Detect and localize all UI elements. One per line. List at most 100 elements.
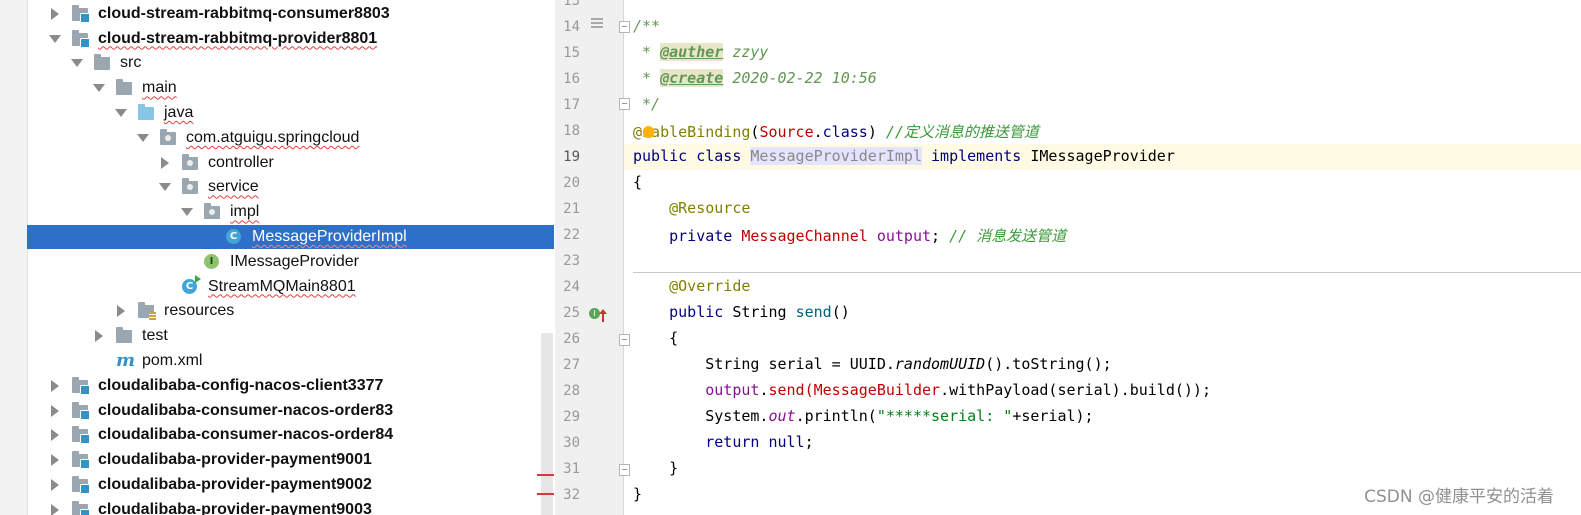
code-line-19[interactable]: public class MessageProviderImpl impleme… [633, 147, 1175, 165]
expand-arrow-right-icon[interactable] [94, 331, 104, 341]
tree-item[interactable]: com.atguigu.springcloud [27, 126, 554, 151]
tree-item[interactable]: C StreamMQMain8801 [27, 274, 554, 299]
expand-arrow-right-icon[interactable] [50, 505, 60, 515]
code-line-30[interactable]: return null; [633, 433, 813, 451]
line-number: 13 [563, 0, 580, 9]
expand-arrow-right-icon[interactable] [50, 9, 60, 19]
code-line-14[interactable]: /** [633, 17, 660, 35]
expand-arrow-down-icon[interactable] [116, 108, 126, 118]
punct: () [831, 303, 850, 321]
line-number: 25 [563, 305, 580, 321]
punct: { [633, 329, 679, 347]
line-number: 15 [563, 45, 580, 61]
implements-arrow-icon[interactable] [599, 309, 607, 322]
type-ref: String [732, 303, 796, 321]
tree-item[interactable]: resources [27, 299, 554, 324]
tree-scrollbar[interactable] [541, 333, 553, 515]
folder-icon [116, 327, 132, 344]
code-line-32[interactable]: } [633, 485, 642, 503]
expand-arrow-down-icon[interactable] [50, 34, 60, 44]
code-line-15[interactable]: * @auther zzyy [633, 43, 768, 61]
code-line-28[interactable]: output.send(MessageBuilder.withPayload(s… [633, 381, 1211, 399]
expand-arrow-right-icon[interactable] [116, 306, 126, 316]
tree-item[interactable]: main [27, 76, 554, 101]
tree-item-label: pom.xml [142, 352, 203, 370]
expand-arrow-right-icon[interactable] [50, 430, 60, 440]
tree-item[interactable]: m pom.xml [27, 349, 554, 374]
code-line-29[interactable]: System.out.println("*****serial: "+seria… [633, 407, 1094, 425]
tree-item[interactable]: cloudalibaba-provider-payment9002 [27, 473, 554, 498]
tree-item[interactable]: cloudalibaba-provider-payment9001 [27, 448, 554, 473]
expand-arrow-down-icon[interactable] [182, 207, 192, 217]
tree-item-label: service [208, 178, 259, 196]
line-number: 26 [563, 331, 580, 347]
lightbulb-icon[interactable] [643, 126, 654, 138]
code-line-21[interactable]: @Resource [633, 199, 750, 217]
code-line-31[interactable]: } [633, 459, 678, 477]
code-line-26[interactable]: { [633, 329, 678, 347]
tree-item[interactable]: cloudalibaba-consumer-nacos-order84 [27, 423, 554, 448]
code-line-22[interactable]: private MessageChannel output; // 消息发送管道 [633, 225, 1066, 246]
tree-item[interactable]: cloud-stream-rabbitmq-consumer8803 [27, 2, 554, 27]
code-text: .println( [795, 407, 877, 425]
expand-arrow-down-icon[interactable] [138, 133, 148, 143]
annotation: nableBinding [642, 123, 751, 141]
error-stripe-mark[interactable] [537, 493, 554, 495]
tree-item[interactable]: controller [27, 150, 554, 175]
tree-item[interactable]: java [27, 101, 554, 126]
doc-comment: /** [633, 17, 661, 35]
code-text: +serial); [1012, 407, 1094, 425]
code-line-18[interactable]: @nableBinding(Source.class) //定义消息的推送管道 [633, 121, 1039, 142]
bookmark-icon[interactable] [591, 18, 603, 31]
tree-item-label: IMessageProvider [230, 252, 359, 270]
expand-arrow-right-icon[interactable] [50, 381, 60, 391]
tree-item[interactable]: cloudalibaba-provider-payment9003 [27, 498, 554, 515]
error-stripe-mark[interactable] [537, 474, 554, 476]
package-icon [160, 128, 176, 146]
project-tree[interactable]: cloud-stream-rabbitmq-consumer8803 cloud-… [0, 0, 555, 515]
method-call: send [768, 381, 805, 399]
method-separator [633, 272, 1581, 273]
folder-icon [116, 79, 132, 96]
tree-item[interactable]: src [27, 51, 554, 76]
code-line-17[interactable]: */ [633, 95, 660, 113]
code-text: .withPayload(serial).build()); [940, 381, 1211, 399]
code-line-24[interactable]: @Override [633, 277, 750, 295]
type-ref: IMessageProvider [1030, 147, 1175, 165]
tree-item[interactable]: impl [27, 200, 554, 225]
static-field: out [768, 407, 796, 425]
code-editor[interactable]: /** * @auther zzyy * @create 2020-02-22 … [624, 0, 1581, 515]
expand-arrow-down-icon[interactable] [94, 83, 104, 93]
line-comment: // 消息发送管道 [949, 227, 1067, 245]
tree-item-label: cloudalibaba-provider-payment9003 [98, 500, 372, 515]
module-folder-icon [72, 476, 90, 495]
annotation: @ [633, 123, 643, 141]
tree-item-label: src [120, 54, 142, 72]
code-line-25[interactable]: public String send() [633, 303, 850, 321]
tree-item[interactable]: test [27, 324, 554, 349]
code-line-20[interactable]: { [633, 173, 642, 191]
expand-arrow-right-icon[interactable] [50, 480, 60, 490]
code-line-27[interactable]: String serial = UUID.randomUUID().toStri… [633, 355, 1111, 373]
expand-arrow-right-icon[interactable] [50, 455, 60, 465]
annotation: @Override [633, 277, 751, 295]
code-text: System. [633, 407, 769, 425]
tree-item[interactable]: C MessageProviderImpl [27, 224, 554, 250]
expand-arrow-right-icon[interactable] [160, 158, 170, 168]
code-line-16[interactable]: * @create 2020-02-22 10:56 [633, 69, 877, 87]
tree-item-label: StreamMQMain8801 [208, 277, 356, 295]
tree-item-label: com.atguigu.springcloud [186, 128, 360, 146]
type-ref: Source [759, 123, 814, 141]
expand-arrow-down-icon[interactable] [72, 58, 82, 68]
tree-item[interactable]: service [27, 175, 554, 200]
tree-item[interactable]: I IMessageProvider [27, 250, 554, 275]
line-number: 21 [563, 201, 580, 217]
static-method: randomUUID [894, 355, 986, 373]
tree-item[interactable]: cloudalibaba-config-nacos-client3377 [27, 374, 554, 399]
tree-item[interactable]: cloudalibaba-consumer-nacos-order83 [27, 398, 554, 423]
tree-item-label: cloud-stream-rabbitmq-consumer8803 [98, 4, 390, 22]
tree-item[interactable]: cloud-stream-rabbitmq-provider8801 [27, 26, 554, 51]
expand-arrow-down-icon[interactable] [160, 182, 170, 192]
expand-arrow-right-icon[interactable] [50, 406, 60, 416]
